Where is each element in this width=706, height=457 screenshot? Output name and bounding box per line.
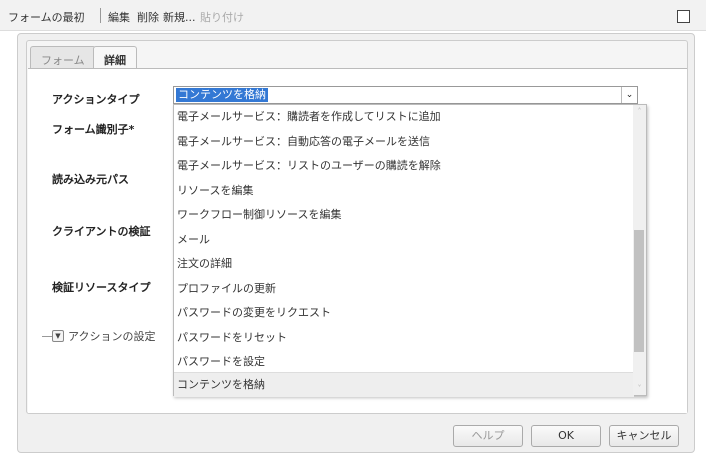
action-settings-toggle[interactable]: ▼ アクションの設定 (42, 328, 155, 344)
toolbar-divider (100, 8, 101, 23)
validation-resource-type-label: 検証リソースタイプ (52, 281, 151, 294)
toolbar: フォームの最初 編集 削除 新規... 貼り付け (0, 0, 706, 31)
dropdown-scrollbar[interactable]: ˄ ˅ (633, 105, 646, 395)
load-path-label: 読み込み元パス (52, 173, 129, 186)
new-button[interactable]: 新規... (163, 9, 196, 25)
option-item[interactable]: 電子メールサービス：リストのユーザーの購読を解除 (174, 154, 634, 179)
form-id-label: フォーム識別子* (52, 123, 135, 136)
option-item[interactable]: パスワードの変更をリクエスト (174, 301, 634, 326)
client-validation-label: クライアントの検証 (52, 225, 151, 238)
edit-button[interactable]: 編集 (108, 9, 130, 25)
expand-icon[interactable]: ▼ (52, 330, 64, 342)
action-type-dropdown: 電子メールサービス：購読者を作成してリストに追加 電子メールサービス：自動応答の… (173, 104, 647, 397)
help-button[interactable]: ヘルプ (453, 425, 523, 447)
ok-button[interactable]: OK (531, 425, 601, 447)
paste-button[interactable]: 貼り付け (200, 9, 244, 25)
action-type-select[interactable]: コンテンツを格納 ⌄ (173, 86, 638, 104)
action-type-value: コンテンツを格納 (176, 88, 268, 102)
option-item[interactable]: メール (174, 228, 634, 253)
option-item[interactable]: 注文の詳細 (174, 252, 634, 277)
action-settings-label: アクションの設定 (68, 330, 156, 343)
scroll-up-icon[interactable]: ˄ (633, 107, 646, 116)
option-item[interactable]: プロファイルの更新 (174, 277, 634, 302)
tree-line (42, 335, 52, 337)
action-type-label: アクションタイプ (52, 93, 140, 106)
form-top-button[interactable]: フォームの最初 (8, 9, 85, 25)
option-item[interactable]: パスワードをリセット (174, 326, 634, 351)
tab-form[interactable]: フォーム (30, 46, 96, 69)
option-item-selected[interactable]: コンテンツを格納 (174, 372, 634, 397)
option-item[interactable]: 電子メールサービス：自動応答の電子メールを送信 (174, 130, 634, 155)
delete-button[interactable]: 削除 (137, 9, 159, 25)
toolbar-checkbox[interactable] (677, 10, 690, 23)
option-item[interactable]: ワークフロー制御リソースを編集 (174, 203, 634, 228)
option-item[interactable]: リソースを編集 (174, 179, 634, 204)
scroll-down-icon[interactable]: ˅ (633, 384, 646, 393)
option-item[interactable]: 電子メールサービス：購読者を作成してリストに追加 (174, 105, 634, 130)
tab-details[interactable]: 詳細 (93, 46, 137, 69)
option-item[interactable]: パスワードを設定 (174, 350, 634, 375)
cancel-button[interactable]: キャンセル (609, 425, 679, 447)
chevron-down-icon[interactable]: ⌄ (621, 87, 637, 103)
scrollbar-thumb[interactable] (634, 230, 644, 352)
